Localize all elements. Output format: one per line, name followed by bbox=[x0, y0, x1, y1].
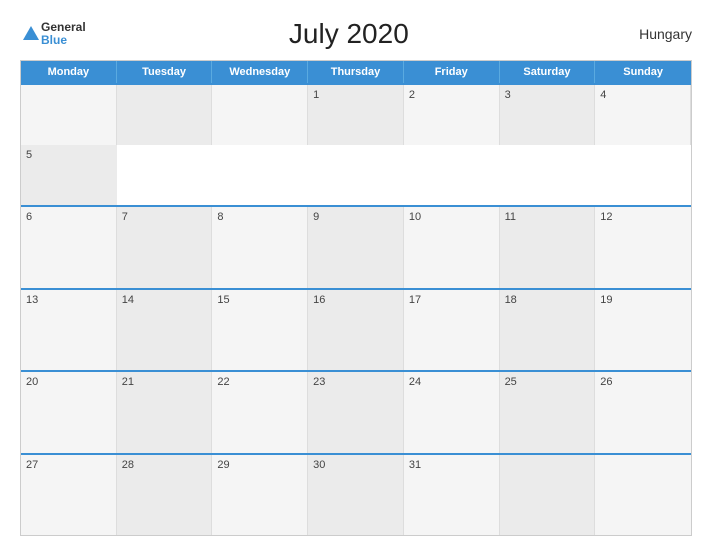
logo-triangle-icon bbox=[23, 26, 39, 40]
day-header-monday: Monday bbox=[21, 61, 117, 83]
day-number: 20 bbox=[26, 376, 111, 388]
day-cell-30: 30 bbox=[308, 455, 404, 536]
day-cell-13: 13 bbox=[21, 290, 117, 371]
day-number: 12 bbox=[600, 211, 686, 223]
logo-text: General Blue bbox=[41, 21, 86, 47]
day-cell-16: 16 bbox=[308, 290, 404, 371]
day-cell-24: 24 bbox=[404, 372, 500, 453]
day-cell-empty bbox=[117, 85, 213, 145]
country-label: Hungary bbox=[612, 26, 692, 42]
day-number: 10 bbox=[409, 211, 494, 223]
day-number: 2 bbox=[409, 89, 494, 101]
day-number: 30 bbox=[313, 459, 398, 471]
day-cell-7: 7 bbox=[117, 207, 213, 288]
day-cell-6: 6 bbox=[21, 207, 117, 288]
day-cell-22: 22 bbox=[212, 372, 308, 453]
day-cell-empty bbox=[595, 455, 691, 536]
day-number: 29 bbox=[217, 459, 302, 471]
day-cell-31: 31 bbox=[404, 455, 500, 536]
day-number: 31 bbox=[409, 459, 494, 471]
day-cell-empty bbox=[500, 455, 596, 536]
calendar-week-1: 1234 5 bbox=[21, 83, 691, 205]
day-number: 5 bbox=[26, 149, 112, 161]
day-number: 23 bbox=[313, 376, 398, 388]
day-number: 6 bbox=[26, 211, 111, 223]
day-cell-23: 23 bbox=[308, 372, 404, 453]
calendar-week-4: 20 21 22 23 24 25 26 bbox=[21, 370, 691, 453]
day-cell-17: 17 bbox=[404, 290, 500, 371]
day-number: 11 bbox=[505, 211, 590, 223]
day-number: 27 bbox=[26, 459, 111, 471]
day-cell-27: 27 bbox=[21, 455, 117, 536]
day-number: 4 bbox=[600, 89, 685, 101]
day-number: 22 bbox=[217, 376, 302, 388]
day-cell-empty bbox=[21, 85, 117, 145]
calendar: MondayTuesdayWednesdayThursdayFridaySatu… bbox=[20, 60, 692, 536]
day-cell-20: 20 bbox=[21, 372, 117, 453]
day-header-saturday: Saturday bbox=[500, 61, 596, 83]
day-cell-1: 1 bbox=[308, 85, 404, 145]
calendar-week-3: 13 14 15 16 17 18 19 bbox=[21, 288, 691, 371]
logo-icon bbox=[20, 26, 39, 42]
day-number: 25 bbox=[505, 376, 590, 388]
day-number: 3 bbox=[505, 89, 590, 101]
day-cell-15: 15 bbox=[212, 290, 308, 371]
day-cell-3: 3 bbox=[500, 85, 596, 145]
day-number: 16 bbox=[313, 294, 398, 306]
day-cell-18: 18 bbox=[500, 290, 596, 371]
day-cell-9: 9 bbox=[308, 207, 404, 288]
day-number: 15 bbox=[217, 294, 302, 306]
day-number: 28 bbox=[122, 459, 207, 471]
day-cell-26: 26 bbox=[595, 372, 691, 453]
day-cell-19: 19 bbox=[595, 290, 691, 371]
day-number: 21 bbox=[122, 376, 207, 388]
day-cell-14: 14 bbox=[117, 290, 213, 371]
header: General Blue July 2020 Hungary bbox=[20, 18, 692, 50]
day-header-friday: Friday bbox=[404, 61, 500, 83]
day-header-wednesday: Wednesday bbox=[212, 61, 308, 83]
calendar-week-5: 27 28 29 30 31 bbox=[21, 453, 691, 536]
day-number: 8 bbox=[217, 211, 302, 223]
logo-blue-text: Blue bbox=[41, 34, 86, 47]
day-cell-21: 21 bbox=[117, 372, 213, 453]
day-number: 18 bbox=[505, 294, 590, 306]
day-header-tuesday: Tuesday bbox=[117, 61, 213, 83]
logo: General Blue bbox=[20, 21, 86, 47]
day-cell-12: 12 bbox=[595, 207, 691, 288]
day-cell-4: 4 bbox=[595, 85, 691, 145]
day-number: 14 bbox=[122, 294, 207, 306]
calendar-body: 1234567891011121314151617181920212223242… bbox=[21, 83, 691, 535]
calendar-week-2: 6789 10 11 12 bbox=[21, 205, 691, 288]
day-cell-25: 25 bbox=[500, 372, 596, 453]
day-cell-5: 5 bbox=[21, 145, 117, 205]
day-header-thursday: Thursday bbox=[308, 61, 404, 83]
day-number: 19 bbox=[600, 294, 686, 306]
calendar-page: General Blue July 2020 Hungary MondayTue… bbox=[0, 0, 712, 550]
day-number: 9 bbox=[313, 211, 398, 223]
day-number: 26 bbox=[600, 376, 686, 388]
day-number: 7 bbox=[122, 211, 207, 223]
day-cell-11: 11 bbox=[500, 207, 596, 288]
day-number: 13 bbox=[26, 294, 111, 306]
day-cell-28: 28 bbox=[117, 455, 213, 536]
day-number: 1 bbox=[313, 89, 398, 101]
day-cell-29: 29 bbox=[212, 455, 308, 536]
day-cell-8: 8 bbox=[212, 207, 308, 288]
calendar-header: MondayTuesdayWednesdayThursdayFridaySatu… bbox=[21, 61, 691, 83]
day-number: 17 bbox=[409, 294, 494, 306]
month-title: July 2020 bbox=[86, 18, 612, 50]
day-header-sunday: Sunday bbox=[595, 61, 691, 83]
day-cell-10: 10 bbox=[404, 207, 500, 288]
day-cell-2: 2 bbox=[404, 85, 500, 145]
day-number: 24 bbox=[409, 376, 494, 388]
day-cell-empty bbox=[212, 85, 308, 145]
